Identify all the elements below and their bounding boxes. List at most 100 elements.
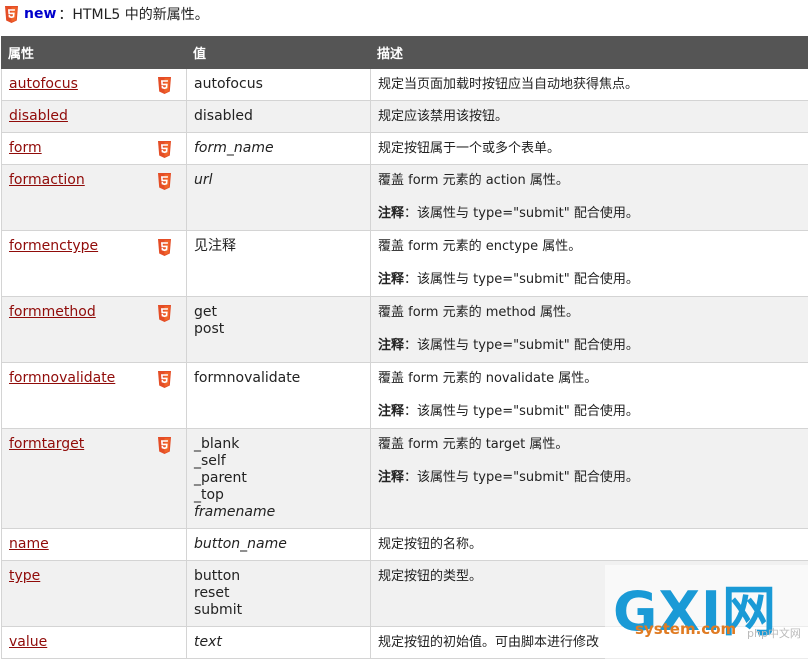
value-text: _blank [194, 436, 240, 452]
value-cell: 见注释 [186, 230, 371, 297]
description-cell: 覆盖 form 元素的 target 属性。 注释：该属性与 type="subm… [370, 428, 808, 529]
note-text: 该属性与 type="submit" 配合使用。 [417, 470, 639, 485]
attribute-cell: formnovalidate [1, 362, 187, 429]
description-cell: 覆盖 form 元素的 novalidate 属性。 注释：该属性与 type="… [370, 362, 808, 429]
value-text: _parent [194, 470, 247, 486]
note-colon: ： [404, 272, 418, 287]
description-text: 规定按钮的名称。 [378, 537, 483, 552]
attribute-cell: disabled [1, 100, 187, 133]
attribute-cell: formenctype [1, 230, 187, 297]
attribute-link-name[interactable]: name [9, 536, 49, 552]
description-text: 覆盖 form 元素的 method 属性。 [378, 305, 580, 320]
attribute-link-formenctype[interactable]: formenctype [9, 238, 98, 254]
description-cell: 规定应该禁用该按钮。 [370, 100, 808, 133]
description-text: 覆盖 form 元素的 novalidate 属性。 [378, 371, 598, 386]
attribute-link-formtarget[interactable]: formtarget [9, 436, 84, 452]
description-text: 规定当页面加载时按钮应当自动地获得焦点。 [378, 77, 639, 92]
description-cell: 规定按钮的名称。 [370, 528, 808, 561]
description-note: 注释：该属性与 type="submit" 配合使用。 [378, 205, 802, 222]
attribute-cell: formtarget [1, 428, 187, 529]
value-cell: formnovalidate [186, 362, 371, 429]
note-colon: ： [404, 404, 418, 419]
description-cell: 规定按钮属于一个或多个表单。 [370, 132, 808, 165]
note-text: 该属性与 type="submit" 配合使用。 [417, 338, 639, 353]
value-text: 见注释 [194, 238, 236, 254]
value-text: form_name [194, 140, 274, 156]
value-cell: button reset submit [186, 560, 371, 627]
table-row: form form_name 规定按钮属于一个或多个表单。 [1, 132, 808, 165]
description-text: 覆盖 form 元素的 action 属性。 [378, 173, 569, 188]
value-text: autofocus [194, 76, 263, 92]
value-text: get [194, 304, 217, 320]
table-row: disabled disabled 规定应该禁用该按钮。 [1, 100, 808, 133]
attribute-cell: form [1, 132, 187, 165]
value-cell: button_name [186, 528, 371, 561]
note-colon: ： [404, 470, 418, 485]
description-text: 覆盖 form 元素的 enctype 属性。 [378, 239, 582, 254]
note-text: 该属性与 type="submit" 配合使用。 [417, 404, 639, 419]
value-text: submit [194, 602, 243, 618]
note-label: 注释 [378, 404, 405, 419]
attribute-link-value[interactable]: value [9, 634, 47, 650]
attribute-cell: autofocus [1, 68, 187, 101]
description-note: 注释：该属性与 type="submit" 配合使用。 [378, 403, 802, 420]
description-note: 注释：该属性与 type="submit" 配合使用。 [378, 337, 802, 354]
header-value: 值 [186, 36, 371, 69]
value-text: _top [194, 487, 224, 503]
header-description: 描述 [370, 36, 808, 69]
description-note: 注释：该属性与 type="submit" 配合使用。 [378, 271, 802, 288]
description-text: 覆盖 form 元素的 target 属性。 [378, 437, 569, 452]
note-label: 注释 [378, 470, 405, 485]
attribute-link-disabled[interactable]: disabled [9, 108, 68, 124]
value-text: button [194, 568, 241, 584]
value-text: text [194, 634, 222, 650]
html5-icon [157, 437, 172, 454]
description-text: 规定按钮属于一个或多个表单。 [378, 141, 561, 156]
html5-icon [157, 173, 172, 190]
attribute-table: 属性 值 描述 autofocus autofocus 规定当页面加载时按钮应当自动… [1, 36, 808, 659]
value-text: url [194, 172, 213, 188]
value-cell: autofocus [186, 68, 371, 101]
attribute-link-formnovalidate[interactable]: formnovalidate [9, 370, 115, 386]
attribute-cell: formmethod [1, 296, 187, 363]
html5-icon [4, 5, 19, 23]
html5-icon [157, 371, 172, 388]
value-text: disabled [194, 108, 253, 124]
description-cell: 覆盖 form 元素的 enctype 属性。注释：该属性与 type="sub… [370, 230, 808, 297]
value-text: reset [194, 585, 230, 601]
note-label: 注释 [378, 206, 405, 221]
table-row: formmethod get post 覆盖 form 元素的 method 属性。注… [1, 296, 808, 363]
note-colon: ： [404, 206, 418, 221]
table-row: name button_name 规定按钮的名称。 [1, 528, 808, 561]
table-row: formtarget _blank _self _parent _top framenam… [1, 428, 808, 529]
legend: new ：HTML5 中的新属性。 [4, 4, 209, 24]
value-cell: disabled [186, 100, 371, 133]
value-cell: get post [186, 296, 371, 363]
value-text: post [194, 321, 225, 337]
html5-icon [157, 77, 172, 94]
attribute-cell: value [1, 626, 187, 659]
attribute-link-formmethod[interactable]: formmethod [9, 304, 96, 320]
table-row: value text 规定按钮的初始值。可由脚本进行修改 [1, 626, 808, 659]
table-row: formenctype 见注释 覆盖 form 元素的 enctype 属性。注释：… [1, 230, 808, 297]
attribute-link-form[interactable]: form [9, 140, 42, 156]
description-cell: 覆盖 form 元素的 method 属性。注释：该属性与 type="subm… [370, 296, 808, 363]
note-text: 该属性与 type="submit" 配合使用。 [417, 272, 639, 287]
attribute-cell: formaction [1, 164, 187, 231]
value-cell: text [186, 626, 371, 659]
note-colon: ： [404, 338, 418, 353]
table-row: formnovalidate formnovalidate 覆盖 form 元素的 … [1, 362, 808, 429]
attribute-link-autofocus[interactable]: autofocus [9, 76, 78, 92]
table-row: type button reset submit 规定按钮的类型。 [1, 560, 808, 627]
value-cell: _blank _self _parent _top framename [186, 428, 371, 529]
note-text: 该属性与 type="submit" 配合使用。 [417, 206, 639, 221]
attribute-cell: name [1, 528, 187, 561]
table-header-row: 属性 值 描述 [1, 36, 808, 69]
description-text: 规定应该禁用该按钮。 [378, 109, 509, 124]
description-text: 规定按钮的初始值。可由脚本进行修改 [378, 635, 600, 650]
value-cell: form_name [186, 132, 371, 165]
legend-new-label: new [24, 6, 57, 22]
attribute-link-formaction[interactable]: formaction [9, 172, 85, 188]
html5-icon [157, 239, 172, 256]
attribute-link-type[interactable]: type [9, 568, 40, 584]
